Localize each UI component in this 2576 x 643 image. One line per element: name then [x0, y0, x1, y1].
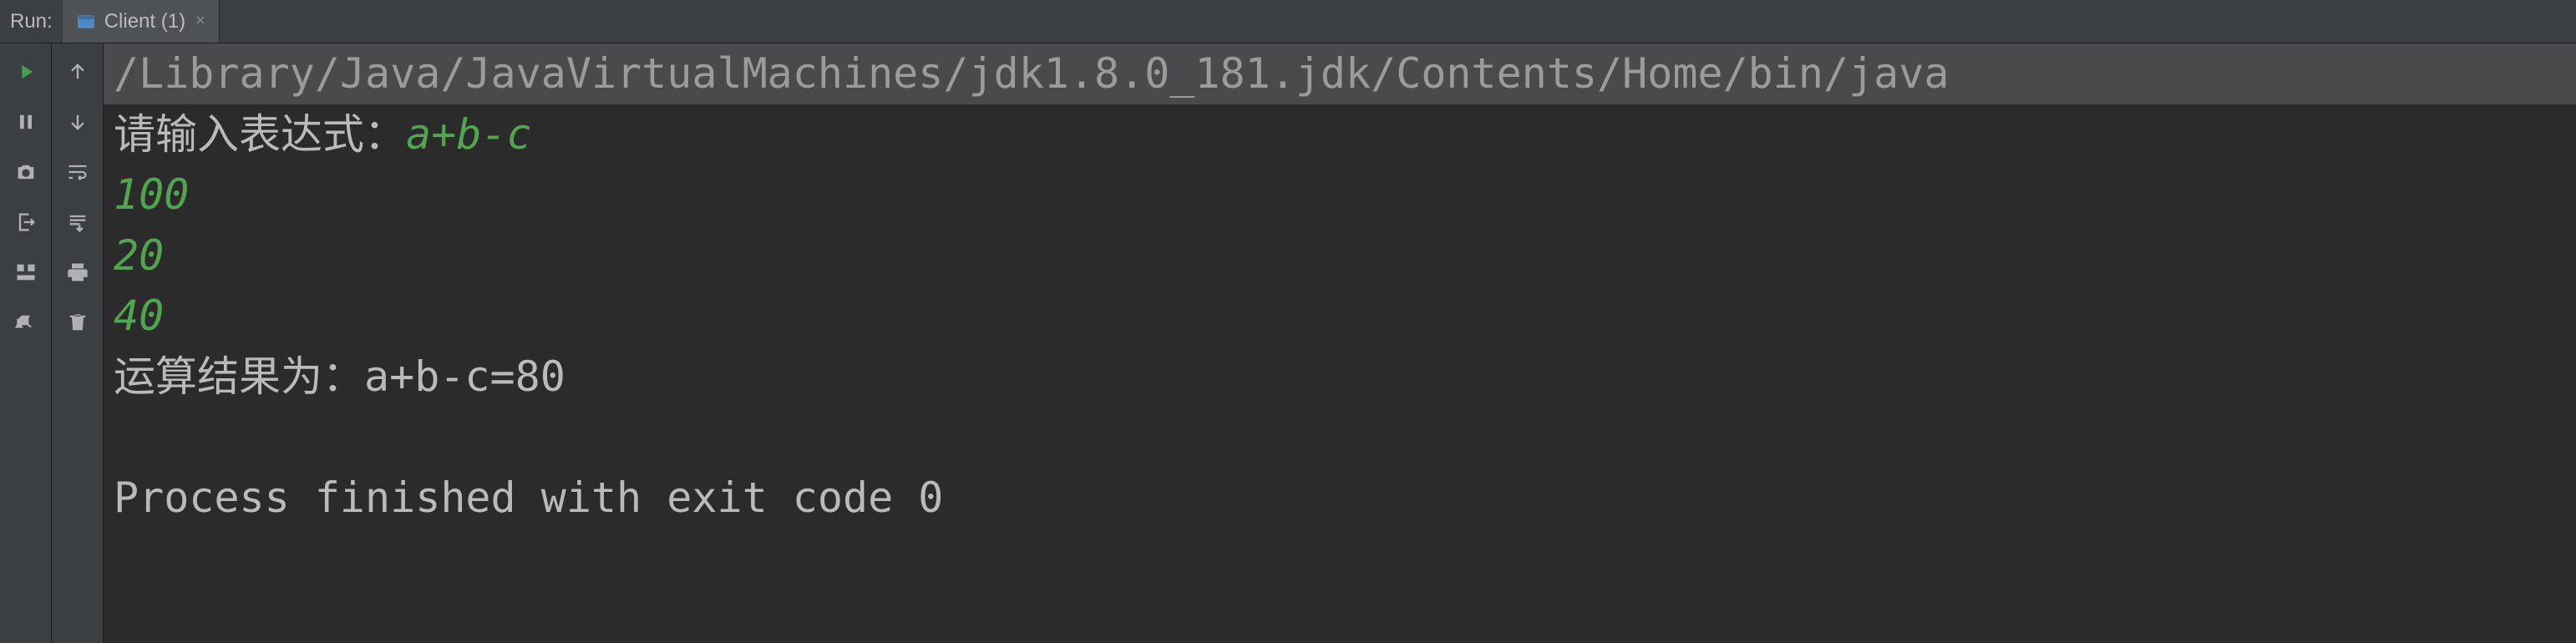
user-expression: a+b-c — [406, 110, 532, 159]
pause-button[interactable] — [11, 107, 41, 137]
exit-button[interactable] — [11, 207, 41, 237]
scroll-to-end-button[interactable] — [63, 207, 93, 237]
command-line: /Library/Java/JavaVirtualMachines/jdk1.8… — [104, 43, 2576, 104]
close-icon[interactable]: × — [195, 12, 205, 31]
exit-line: Process finished with exit code 0 — [104, 468, 2576, 529]
run-label: Run: — [0, 10, 63, 33]
tab-bar: Run: Client (1) × — [0, 0, 2576, 43]
blank-line — [104, 407, 2576, 468]
soft-wrap-button[interactable] — [63, 157, 93, 187]
print-button[interactable] — [63, 257, 93, 287]
toolbar-secondary — [52, 43, 104, 643]
tab-client[interactable]: Client (1) × — [63, 0, 220, 43]
prompt-text: 请输入表达式： — [114, 110, 406, 159]
tab-label: Client (1) — [104, 10, 185, 33]
layout-button[interactable] — [11, 257, 41, 287]
camera-button[interactable] — [11, 157, 41, 187]
input-value: 40 — [104, 286, 2576, 347]
main-area: /Library/Java/JavaVirtualMachines/jdk1.8… — [0, 43, 2576, 643]
toolbar-primary — [0, 43, 52, 643]
rerun-button[interactable] — [11, 57, 41, 87]
result-line: 运算结果为：a+b-c=80 — [104, 347, 2576, 408]
down-arrow-button[interactable] — [63, 107, 93, 137]
input-value: 100 — [104, 165, 2576, 225]
console-output[interactable]: /Library/Java/JavaVirtualMachines/jdk1.8… — [104, 43, 2576, 643]
pin-button[interactable] — [11, 307, 41, 337]
trash-button[interactable] — [63, 307, 93, 337]
application-icon — [76, 12, 96, 32]
prompt-line: 请输入表达式：a+b-c — [104, 104, 2576, 165]
input-value: 20 — [104, 225, 2576, 286]
up-arrow-button[interactable] — [63, 57, 93, 87]
